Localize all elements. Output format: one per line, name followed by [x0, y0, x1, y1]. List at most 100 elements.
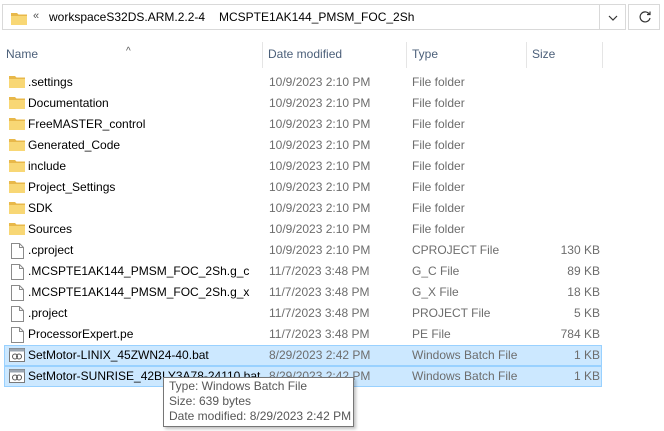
- file-row[interactable]: Project_Settings 10/9/2023 2:10 PM File fo…: [4, 177, 602, 198]
- breadcrumb-segment-workspace[interactable]: workspaceS32DS.ARM.2.2-4: [49, 10, 205, 24]
- file-name: .settings: [28, 75, 73, 89]
- file-row[interactable]: .settings 10/9/2023 2:10 PM File folder: [4, 72, 602, 93]
- file-date: 10/9/2023 2:10 PM: [269, 201, 371, 215]
- file-row[interactable]: .cproject 10/9/2023 2:10 PM CPROJECT File 1…: [4, 240, 602, 261]
- breadcrumb-segment-project[interactable]: MCSPTE1AK144_PMSM_FOC_2Sh: [219, 10, 414, 24]
- file-type: G_C File: [412, 264, 460, 278]
- file-size: 784 KB: [560, 327, 600, 341]
- file-size: [530, 199, 600, 218]
- address-path-box[interactable]: « workspaceS32DS.ARM.2.2-4 › MCSPTE1AK14…: [2, 4, 600, 30]
- folder-icon: [9, 136, 25, 155]
- file-date: 10/9/2023 2:10 PM: [269, 159, 371, 173]
- folder-icon: [9, 115, 25, 134]
- file-size: [530, 157, 600, 176]
- file-name: Project_Settings: [28, 180, 116, 194]
- file-row[interactable]: .MCSPTE1AK144_PMSM_FOC_2Sh.g_x 11/7/2023 …: [4, 282, 602, 303]
- file-type: Windows Batch File: [412, 348, 518, 362]
- file-type: Windows Batch File: [412, 369, 518, 383]
- file-date: 11/7/2023 3:48 PM: [269, 327, 370, 341]
- refresh-button[interactable]: [628, 4, 660, 30]
- file-type: File folder: [412, 222, 465, 236]
- file-date: 10/9/2023 2:10 PM: [269, 75, 371, 89]
- column-header-size[interactable]: Size: [526, 40, 602, 68]
- file-type: File folder: [412, 159, 465, 173]
- file-date: 10/9/2023 2:10 PM: [269, 138, 371, 152]
- file-row[interactable]: SetMotor-LINIX_45ZWN24-40.bat 8/29/2023 2…: [4, 345, 602, 366]
- file-date: 11/7/2023 3:48 PM: [269, 306, 370, 320]
- file-row[interactable]: Documentation 10/9/2023 2:10 PM File folde…: [4, 93, 602, 114]
- file-name: ProcessorExpert.pe: [28, 327, 134, 341]
- file-date: 11/7/2023 3:48 PM: [269, 264, 370, 278]
- column-header-row: Name ^ Date modified Type Size: [0, 40, 664, 68]
- file-type: File folder: [412, 75, 465, 89]
- file-name: SDK: [28, 201, 53, 215]
- file-date: 10/9/2023 2:10 PM: [269, 117, 371, 131]
- file-date: 10/9/2023 2:10 PM: [269, 96, 371, 110]
- file-size: 130 KB: [560, 243, 600, 257]
- breadcrumb-separator[interactable]: ›: [201, 10, 205, 22]
- folder-icon: [9, 178, 25, 197]
- file-row[interactable]: .project 11/7/2023 3:48 PM PROJECT File 5 K…: [4, 303, 602, 324]
- column-header-type[interactable]: Type: [406, 40, 526, 68]
- file-date: 10/9/2023 2:10 PM: [269, 222, 371, 236]
- file-size: 1 KB: [573, 369, 600, 383]
- file-type: File folder: [412, 96, 465, 110]
- tooltip-date: Date modified: 8/29/2023 2:42 PM: [169, 409, 352, 423]
- file-date: 10/9/2023 2:10 PM: [269, 180, 371, 194]
- batch-file-icon: [9, 346, 25, 365]
- file-type: PROJECT File: [412, 306, 491, 320]
- file-type: File folder: [412, 201, 465, 215]
- chevron-down-icon: [608, 15, 618, 21]
- folder-icon: [9, 94, 25, 113]
- address-dropdown-button[interactable]: [600, 4, 626, 30]
- file-name: .MCSPTE1AK144_PMSM_FOC_2Sh.g_x: [28, 285, 250, 299]
- file-row[interactable]: ProcessorExpert.pe 11/7/2023 3:48 PM PE Fi…: [4, 324, 602, 345]
- file-type: File folder: [412, 180, 465, 194]
- file-name: Generated_Code: [28, 138, 121, 152]
- file-size: [530, 94, 600, 113]
- file-icon: [9, 241, 25, 260]
- folder-icon: [9, 73, 25, 92]
- file-name: include: [28, 159, 67, 173]
- column-divider[interactable]: [602, 42, 603, 68]
- file-type: CPROJECT File: [412, 243, 500, 257]
- file-date: 10/9/2023 2:10 PM: [269, 243, 371, 257]
- file-name: .cproject: [28, 243, 74, 257]
- file-name: FreeMASTER_control: [28, 117, 146, 131]
- folder-icon: [9, 220, 25, 239]
- file-type: File folder: [412, 138, 465, 152]
- file-icon: [9, 262, 25, 281]
- file-size: [530, 220, 600, 239]
- file-size: 5 KB: [573, 306, 600, 320]
- file-size: 1 KB: [573, 348, 600, 362]
- file-name: Sources: [28, 222, 73, 236]
- column-header-date[interactable]: Date modified: [262, 40, 406, 68]
- column-header-name[interactable]: Name ^: [0, 40, 262, 68]
- file-row[interactable]: Sources 10/9/2023 2:10 PM File folder: [4, 219, 602, 240]
- file-size: 89 KB: [567, 264, 600, 278]
- file-date: 8/29/2023 2:42 PM: [269, 348, 371, 362]
- file-name: SetMotor-LINIX_45ZWN24-40.bat: [28, 348, 209, 362]
- file-row[interactable]: include 10/9/2023 2:10 PM File folder: [4, 156, 602, 177]
- file-size: [530, 73, 600, 92]
- file-type: File folder: [412, 117, 465, 131]
- file-row[interactable]: SDK 10/9/2023 2:10 PM File folder: [4, 198, 602, 219]
- file-row[interactable]: FreeMASTER_control 10/9/2023 2:10 PM File …: [4, 114, 602, 135]
- file-size: 18 KB: [567, 285, 600, 299]
- batch-file-icon: [9, 367, 25, 386]
- file-name: Documentation: [28, 96, 109, 110]
- file-row[interactable]: Generated_Code 10/9/2023 2:10 PM File fold…: [4, 135, 602, 156]
- file-type: PE File: [412, 327, 451, 341]
- file-size: [530, 178, 600, 197]
- file-icon: [9, 304, 25, 323]
- file-date: 11/7/2023 3:48 PM: [269, 285, 370, 299]
- folder-icon: [9, 199, 25, 218]
- file-info-tooltip: Type: Windows Batch File Size: 639 bytes…: [163, 377, 354, 427]
- file-size: [530, 136, 600, 155]
- overflow-chevron-icon[interactable]: «: [33, 10, 39, 22]
- file-icon: [9, 325, 25, 344]
- file-icon: [9, 283, 25, 302]
- file-size: [530, 115, 600, 134]
- file-row[interactable]: .MCSPTE1AK144_PMSM_FOC_2Sh.g_c 11/7/2023 …: [4, 261, 602, 282]
- tooltip-size: Size: 639 bytes: [169, 394, 252, 408]
